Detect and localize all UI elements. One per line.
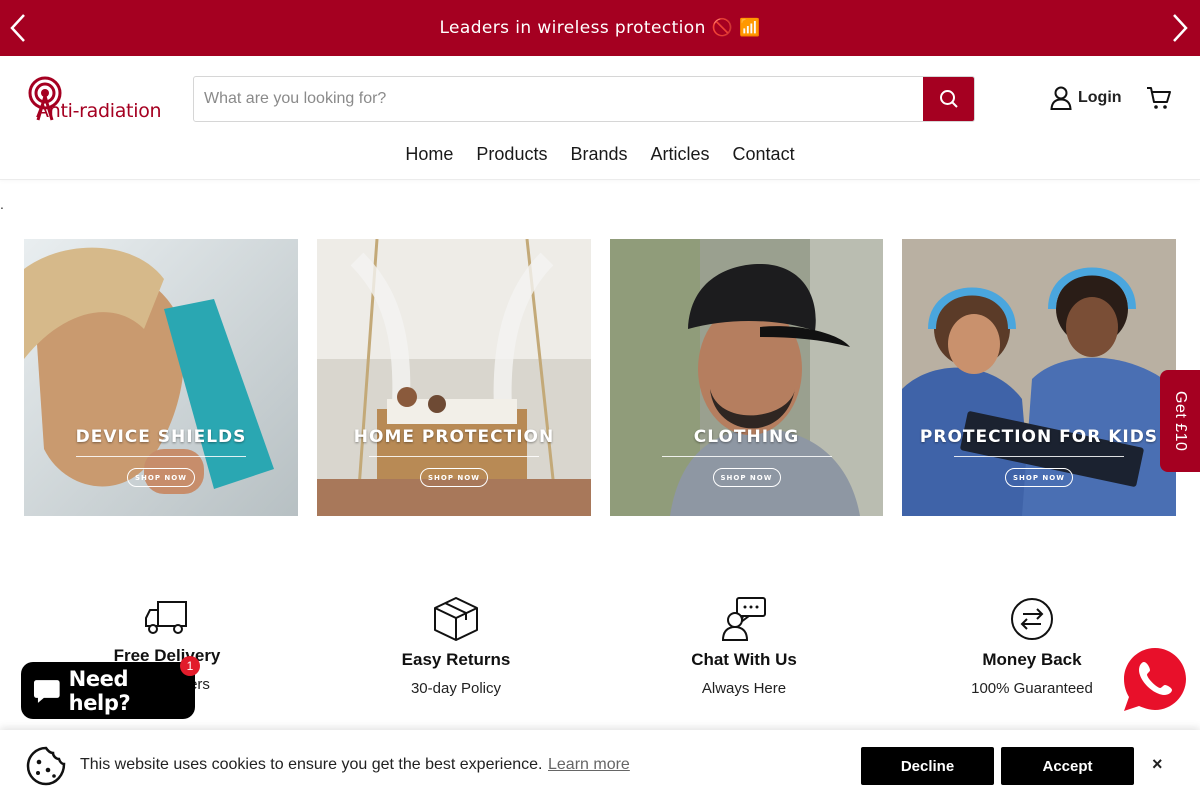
shop-now-button[interactable]: SHOP NOW bbox=[127, 468, 195, 487]
category-title: DEVICE SHIELDS bbox=[75, 427, 247, 447]
need-help-chat-button[interactable]: Need help? bbox=[21, 662, 195, 719]
category-tile-protection-for-kids[interactable]: PROTECTION FOR KIDS SHOP NOW bbox=[902, 239, 1176, 516]
accept-button[interactable]: Accept bbox=[1001, 747, 1134, 785]
category-divider bbox=[661, 456, 832, 457]
cart-button[interactable] bbox=[1146, 86, 1172, 115]
prev-announcement-button[interactable] bbox=[0, 10, 36, 46]
decline-button[interactable]: Decline bbox=[861, 747, 994, 785]
feature-easy-returns: Easy Returns 30-day Policy bbox=[336, 596, 576, 697]
notification-badge: 1 bbox=[180, 656, 200, 676]
search-bar bbox=[193, 76, 975, 122]
cookie-message: This website uses cookies to ensure you … bbox=[80, 756, 543, 773]
stray-dot: . bbox=[0, 196, 4, 212]
site-header: Anti-radiation Login Home Products Brand… bbox=[0, 56, 1200, 180]
category-tile-home-protection[interactable]: HOME PROTECTION SHOP NOW bbox=[317, 239, 591, 516]
delivery-truck-icon bbox=[145, 601, 187, 634]
search-input[interactable] bbox=[194, 77, 923, 121]
category-title: PROTECTION FOR KIDS bbox=[919, 427, 1159, 447]
category-tile-clothing[interactable]: CLOTHING SHOP NOW bbox=[610, 239, 883, 516]
shop-now-button[interactable]: SHOP NOW bbox=[420, 468, 488, 487]
search-icon bbox=[939, 90, 958, 108]
announcement-bar: Leaders in wireless protection 🚫 📶 bbox=[0, 0, 1200, 56]
shop-now-button[interactable]: SHOP NOW bbox=[712, 468, 781, 487]
nav-brands[interactable]: Brands bbox=[570, 144, 627, 165]
side-tab-label: Get £10 bbox=[1172, 390, 1189, 452]
nav-products[interactable]: Products bbox=[476, 144, 547, 165]
chat-support-icon bbox=[721, 597, 766, 641]
feature-subtitle: 100% Guaranteed bbox=[971, 680, 1093, 697]
nav-contact[interactable]: Contact bbox=[733, 144, 795, 165]
shop-now-button[interactable]: SHOP NOW bbox=[1005, 468, 1073, 487]
whatsapp-button[interactable] bbox=[1122, 646, 1188, 712]
money-back-icon bbox=[1011, 598, 1053, 640]
feature-subtitle: 30-day Policy bbox=[410, 680, 502, 697]
chevron-right-icon bbox=[1173, 14, 1188, 42]
category-divider bbox=[76, 456, 246, 457]
feature-title: Chat With Us bbox=[691, 650, 797, 669]
announcement-text: Leaders in wireless protection 🚫 📶 bbox=[439, 18, 761, 38]
feature-money-back: Money Back 100% Guaranteed bbox=[912, 596, 1152, 697]
cart-icon bbox=[1147, 87, 1171, 109]
cookie-icon bbox=[26, 746, 66, 786]
site-logo[interactable]: Anti-radiation bbox=[28, 76, 168, 126]
category-divider bbox=[369, 456, 539, 457]
login-link[interactable]: Login bbox=[1050, 86, 1122, 110]
nav-articles[interactable]: Articles bbox=[651, 144, 710, 165]
get-ten-pounds-tab[interactable]: Get £10 bbox=[1160, 370, 1200, 472]
need-help-label: Need help? bbox=[68, 666, 131, 715]
close-cookie-button[interactable]: × bbox=[1152, 754, 1163, 775]
feature-chat-with-us: Chat With Us Always Here bbox=[624, 596, 864, 697]
user-icon bbox=[1050, 86, 1072, 110]
learn-more-link[interactable]: Learn more bbox=[548, 756, 630, 774]
feature-title: Easy Returns bbox=[401, 650, 511, 669]
category-tiles: DEVICE SHIELDS SHOP NOW HOME PROTECTION … bbox=[24, 239, 1176, 516]
search-button[interactable] bbox=[923, 77, 974, 121]
feature-subtitle: Always Here bbox=[701, 680, 787, 697]
category-tile-device-shields[interactable]: DEVICE SHIELDS SHOP NOW bbox=[24, 239, 298, 516]
category-title: CLOTHING bbox=[693, 427, 800, 447]
logo-text: Anti-radiation bbox=[36, 100, 162, 122]
category-title: HOME PROTECTION bbox=[353, 427, 555, 447]
box-icon bbox=[434, 597, 478, 641]
feature-title: Money Back bbox=[982, 650, 1082, 669]
cookie-banner: This website uses cookies to ensure you … bbox=[0, 730, 1200, 800]
main-nav: Home Products Brands Articles Contact bbox=[0, 144, 1200, 165]
phone-call-icon bbox=[1124, 648, 1186, 711]
nav-home[interactable]: Home bbox=[405, 144, 453, 165]
next-announcement-button[interactable] bbox=[1162, 10, 1198, 46]
login-label: Login bbox=[1078, 89, 1122, 106]
chat-bubble-icon bbox=[33, 679, 60, 703]
category-divider bbox=[954, 456, 1124, 457]
chevron-left-icon bbox=[10, 14, 25, 42]
